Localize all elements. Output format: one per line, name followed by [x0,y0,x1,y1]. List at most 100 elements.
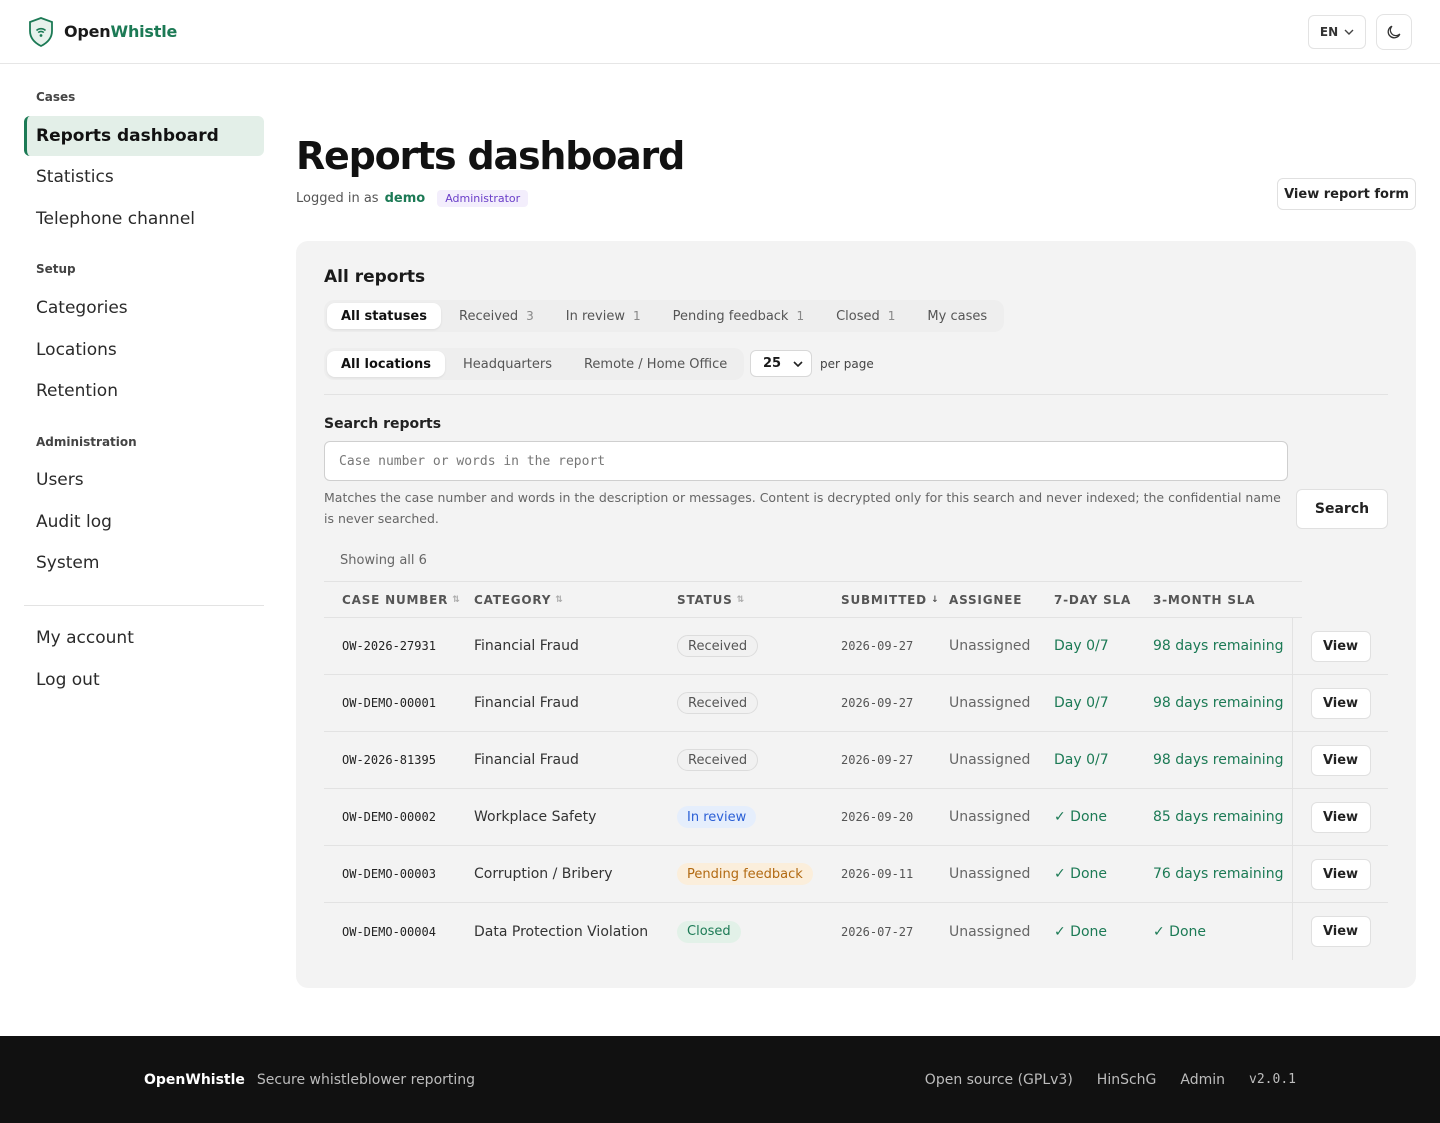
location-filter-bar: All locations Headquarters Remote / Home… [324,348,745,380]
per-page-control: 25 per page [750,350,874,377]
username: demo [384,191,426,206]
status-filter-bar: All statuses Received 3 In review 1 Pendin… [324,300,1005,332]
sla-3-month: 85 days remaining [1153,809,1284,825]
assignee: Unassigned [949,752,1031,768]
table-row[interactable]: OW-2026-81395 Financial Fraud Received 2026… [324,732,1388,789]
status-cell: Closed [667,920,829,943]
action-cell: View [1292,618,1388,674]
action-cell: View [1292,789,1388,845]
sla-7-day: ✓ Done [1054,866,1108,882]
moon-icon [1387,25,1401,38]
footer-link-admin[interactable]: Admin [1180,1072,1225,1088]
search-button[interactable]: Search [1296,489,1388,529]
submitted-date: 2026-09-20 [841,810,914,824]
action-cell: View [1292,675,1388,731]
status-cell: In review [667,806,829,828]
sla-7-day: Day 0/7 [1054,752,1109,768]
filter-all-locations[interactable]: All locations [327,351,445,377]
table-row[interactable]: OW-DEMO-00001 Financial Fraud Received 2026… [324,675,1388,732]
footer-version: v2.0.1 [1249,1072,1296,1087]
status-badge: Pending feedback [677,863,813,885]
language-selector[interactable]: EN [1308,14,1366,49]
chevron-down-icon [793,360,803,367]
table-row[interactable]: OW-DEMO-00002 Workplace Safety In review 20… [324,789,1388,846]
filter-remote-home-office[interactable]: Remote / Home Office [570,351,741,377]
filter-received[interactable]: Received 3 [445,303,548,329]
search-input[interactable]: Case number or words in the report [324,441,1288,481]
page-title: Reports dashboard [296,134,685,178]
submitted-date: 2026-09-11 [841,867,914,881]
top-bar: OpenWhistle EN [0,0,1440,64]
filter-count: 1 [887,309,896,323]
view-button[interactable]: View [1310,630,1371,662]
sidebar-item-retention[interactable]: Retention [24,371,264,411]
sidebar-item-audit-log[interactable]: Audit log [24,502,264,542]
per-page-select[interactable]: 25 [750,350,812,377]
view-button[interactable]: View [1310,916,1371,947]
panel-title: All reports [324,267,426,287]
filter-count: 1 [796,309,805,323]
col-7-day-sla: 7-DAY SLA [1054,592,1132,607]
sidebar-item-system[interactable]: System [24,543,264,583]
sidebar-item-my-account[interactable]: My account [24,618,264,658]
assignee: Unassigned [949,809,1031,825]
footer-tagline: Secure whistleblower reporting [256,1071,476,1088]
col-category[interactable]: CATEGORY ⇅ [462,593,667,607]
sidebar-item-log-out[interactable]: Log out [24,660,264,700]
table-row[interactable]: OW-2026-27931 Financial Fraud Received 2026… [324,618,1388,675]
col-status[interactable]: STATUS ⇅ [667,593,829,607]
sidebar-item-telephone-channel[interactable]: Telephone channel [24,199,264,239]
filter-count: 1 [633,309,641,323]
assignee: Unassigned [949,923,1031,940]
filter-closed[interactable]: Closed 1 [822,303,909,329]
sidebar-item-reports-dashboard[interactable]: Reports dashboard [24,116,264,156]
status-badge: Received [677,749,759,771]
category: Workplace Safety [474,809,597,825]
filter-count: 3 [526,309,534,323]
search-label: Search reports [324,416,442,432]
footer-link-open-source[interactable]: Open source (GPLv3) [925,1072,1073,1088]
col-3-month-sla: 3-MONTH SLA [1153,592,1256,607]
status-badge: Received [677,692,759,714]
table-row[interactable]: OW-DEMO-00004 Data Protection Violation Cl… [324,903,1388,960]
submitted-date: 2026-07-27 [841,924,914,939]
filter-in-review[interactable]: In review 1 [552,303,655,329]
reports-table: CASE NUMBER ⇅ CATEGORY ⇅ STATUS ⇅ SUBMITTED… [324,581,1388,960]
sla-3-month: 98 days remaining [1153,695,1284,711]
sidebar-item-statistics[interactable]: Statistics [24,157,264,197]
view-report-form-button[interactable]: View report form [1277,178,1416,210]
table-body: OW-2026-27931 Financial Fraud Received 2026… [324,618,1388,960]
brand[interactable]: OpenWhistle [28,16,177,47]
table-row[interactable]: OW-DEMO-00003 Corruption / Bribery Pending… [324,846,1388,903]
sidebar-item-locations[interactable]: Locations [24,330,264,370]
status-cell: Pending feedback [667,863,829,885]
view-button[interactable]: View [1310,801,1371,833]
view-button[interactable]: View [1310,744,1371,776]
table-header: CASE NUMBER ⇅ CATEGORY ⇅ STATUS ⇅ SUBMITTED… [324,581,1302,618]
sort-icon: ⇅ [452,594,461,605]
sidebar-item-users[interactable]: Users [24,460,264,500]
status-cell: Received [667,635,829,657]
col-submitted[interactable]: SUBMITTED ↓ [829,593,949,607]
footer-link-hinschg[interactable]: HinSchG [1097,1072,1157,1088]
filter-pending-feedback[interactable]: Pending feedback 1 [659,303,818,329]
filter-all-statuses[interactable]: All statuses [327,303,441,329]
sla-3-month: 98 days remaining [1153,638,1284,654]
footer-brand[interactable]: OpenWhistle [144,1072,245,1088]
sla-7-day: Day 0/7 [1054,638,1109,654]
case-number: OW-2026-81395 [342,753,436,767]
filter-my-cases[interactable]: My cases [913,303,1001,329]
status-badge: In review [677,806,757,828]
action-cell: View [1292,846,1388,902]
language-label: EN [1319,24,1339,39]
theme-toggle-button[interactable] [1376,13,1412,50]
col-assignee: ASSIGNEE [949,592,1023,607]
view-button[interactable]: View [1310,858,1371,890]
sidebar-item-categories[interactable]: Categories [24,288,264,328]
filter-headquarters[interactable]: Headquarters [449,351,566,377]
sort-icon: ⇅ [555,594,564,605]
sort-desc-icon: ↓ [930,594,940,605]
col-case-number[interactable]: CASE NUMBER ⇅ [324,593,462,607]
view-button[interactable]: View [1310,687,1371,719]
case-number: OW-DEMO-00003 [342,867,436,881]
